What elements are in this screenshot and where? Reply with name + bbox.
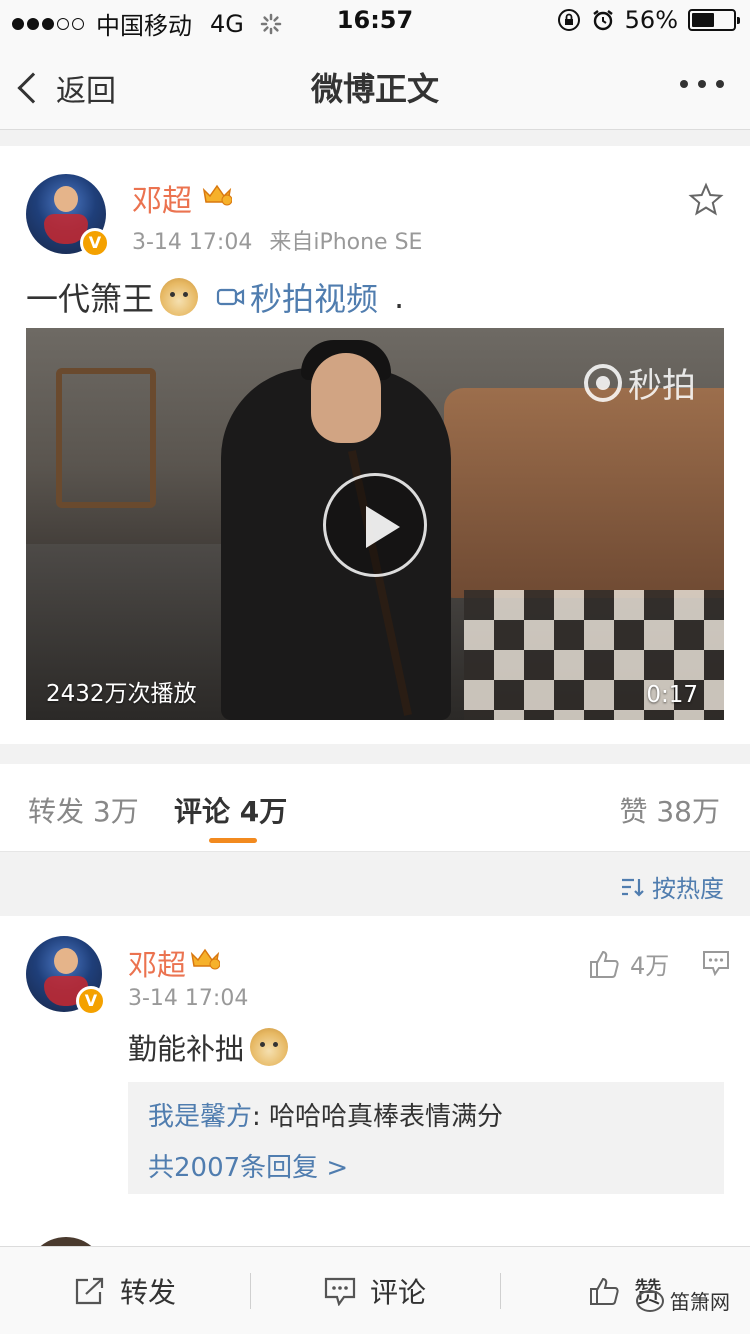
avatar[interactable]: V: [26, 174, 110, 258]
tab-comments[interactable]: 评论 4万: [174, 790, 287, 830]
sort-bar: 按热度: [0, 853, 750, 915]
reply-comment-icon[interactable]: [702, 950, 730, 976]
weibo-detail-screen: 中国移动 4G 16:57 56% 返回 微博正文 V 邓超 3-14 17:0…: [0, 0, 750, 1334]
video-link-label: 秒拍视频: [250, 280, 379, 318]
comment-icon: [324, 1277, 356, 1306]
vip-crown-icon: [190, 948, 220, 970]
video-camera-icon: [216, 288, 245, 306]
video-play-count: 2432万次播放: [46, 681, 197, 707]
tab-active-indicator: [209, 838, 257, 843]
sort-label: 按热度: [652, 875, 724, 903]
tab-repost[interactable]: 转发 3万: [28, 790, 139, 830]
source-watermark: 笛箫网: [636, 1286, 730, 1315]
comment-button[interactable]: 评论: [250, 1247, 500, 1334]
watermark-label: 秒拍: [628, 366, 696, 406]
comment-timestamp: 3-14 17:04: [128, 986, 249, 1011]
post-username[interactable]: 邓超: [132, 176, 192, 220]
post-text: 一代箫王 秒拍视频 .: [26, 274, 404, 320]
verified-badge-icon: V: [76, 986, 106, 1016]
repost-label: 转发: [119, 1276, 176, 1309]
comment-text: 勤能补拙: [128, 1026, 289, 1068]
video-link[interactable]: 秒拍视频: [216, 274, 378, 320]
sort-by-hot-button[interactable]: 按热度: [620, 869, 724, 904]
orientation-lock-icon: [557, 9, 580, 31]
comment-like-count: 4万: [630, 952, 670, 980]
more-options-icon[interactable]: [680, 80, 724, 88]
miaopai-logo-icon: [584, 363, 622, 402]
comment-username[interactable]: 邓超: [128, 942, 186, 984]
tab-likes[interactable]: 赞 38万: [619, 790, 720, 830]
reply-preview[interactable]: 我是馨方: 哈哈哈真棒表情满分 共2007条回复 >: [128, 1082, 724, 1194]
video-duration: 0:17: [646, 682, 698, 708]
share-icon: [75, 1277, 104, 1305]
video-player[interactable]: 秒拍 2432万次播放 0:17: [26, 328, 724, 720]
post-trailing: .: [394, 278, 405, 316]
interaction-tabs: 转发 3万 评论 4万 赞 38万: [0, 764, 750, 852]
favorite-star-icon[interactable]: [688, 182, 724, 218]
brand-label: 笛箫网: [670, 1290, 730, 1314]
navigation-bar: 返回 微博正文: [0, 40, 750, 130]
play-button-icon[interactable]: [323, 473, 427, 577]
thumbs-up-icon: [590, 950, 619, 978]
weibo-post: V 邓超 3-14 17:04 来自iPhone SE 一代箫王 秒拍视频 .: [0, 146, 750, 744]
repost-button[interactable]: 转发: [0, 1247, 250, 1334]
thumbs-up-icon: [589, 1277, 619, 1305]
battery-icon: [688, 9, 740, 31]
miaopai-watermark: 秒拍: [584, 358, 696, 407]
wechat-icon: [636, 1289, 664, 1312]
comment-body: 勤能补拙: [128, 1032, 245, 1066]
comment-avatar[interactable]: V: [26, 936, 106, 1016]
alarm-icon: [592, 10, 613, 31]
post-timestamp: 3-14 17:04: [132, 230, 253, 255]
comment-like-button[interactable]: 4万: [588, 946, 669, 981]
status-bar: 中国移动 4G 16:57 56%: [0, 0, 750, 40]
doge-emoji-icon: [160, 278, 199, 316]
vip-crown-icon: [202, 184, 232, 206]
post-source: 来自iPhone SE: [269, 230, 423, 255]
reply-text: : 哈哈哈真棒表情满分: [252, 1102, 504, 1132]
battery-percent: 56%: [624, 6, 678, 34]
post-body: 一代箫王: [26, 280, 155, 318]
sort-icon: [622, 878, 644, 897]
page-title: 微博正文: [310, 70, 439, 108]
verified-badge-icon: V: [80, 228, 110, 258]
view-all-replies-link[interactable]: 共2007条回复 >: [148, 1147, 704, 1184]
reply-nickname[interactable]: 我是馨方: [148, 1102, 252, 1132]
reply-line: 我是馨方: 哈哈哈真棒表情满分: [148, 1096, 704, 1133]
doge-emoji-icon: [250, 1028, 289, 1066]
post-meta: 3-14 17:04 来自iPhone SE: [132, 224, 422, 256]
comment-label: 评论: [369, 1276, 426, 1309]
status-right: 56%: [557, 6, 740, 34]
comment-item: V 邓超 3-14 17:04 4万 勤能补拙 我是馨方: 哈哈哈真棒表情满分 …: [0, 916, 750, 1246]
